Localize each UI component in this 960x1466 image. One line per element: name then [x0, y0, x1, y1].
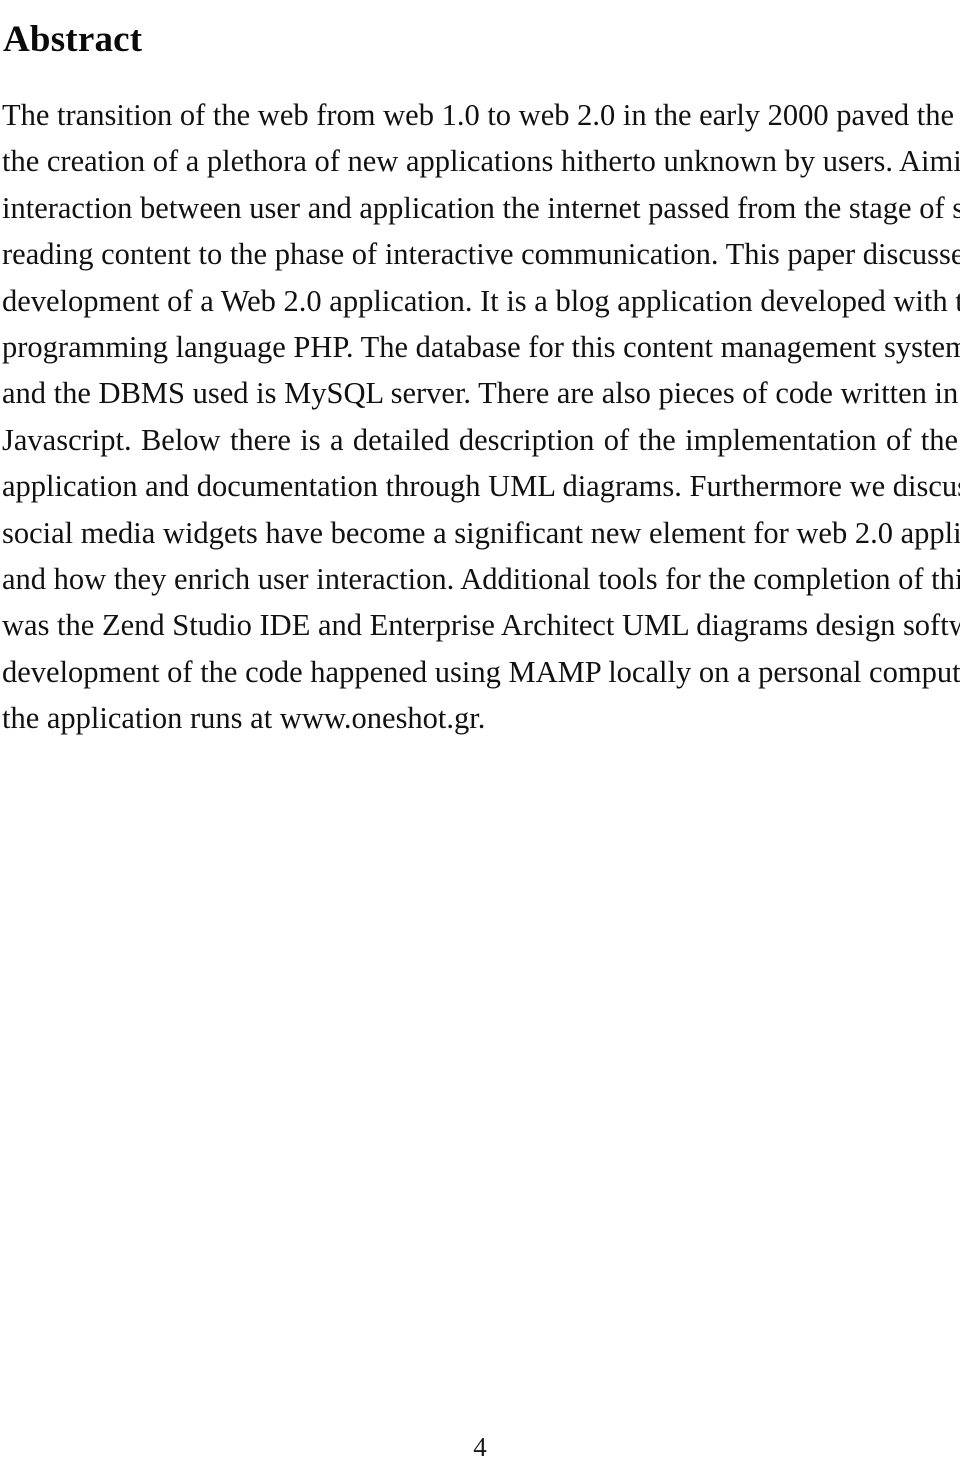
text-line: interaction between user and application… [2, 190, 960, 225]
text-line: social media widgets have become a signi… [2, 515, 960, 550]
text-line: development of the code happened using M… [2, 654, 960, 689]
text-line: the application runs at www.oneshot.gr. [2, 701, 486, 736]
page-number: 4 [473, 1432, 487, 1462]
text-line: reading content to the phase of interact… [2, 237, 960, 272]
text-line: development of a Web 2.0 application. It… [2, 283, 960, 318]
text-line: programming language PHP. The database f… [2, 329, 960, 364]
abstract-paragraph: The transition of the web from web 1.0 t… [2, 92, 960, 741]
text-line: the creation of a plethora of new applic… [2, 144, 960, 179]
text-line: was the Zend Studio IDE and Enterprise A… [2, 608, 960, 643]
text-line: and how they enrich user interaction. Ad… [2, 561, 960, 596]
text-line: application and documentation through UM… [2, 469, 960, 504]
text-line: The transition of the web from web 1.0 t… [2, 98, 960, 132]
text-line: and the DBMS used is MySQL server. There… [2, 376, 959, 411]
document-page: Abstract The transition of the web from … [0, 0, 960, 1466]
page-title: Abstract [3, 18, 143, 60]
text-line: Javascript. Below there is a detailed de… [2, 422, 958, 457]
